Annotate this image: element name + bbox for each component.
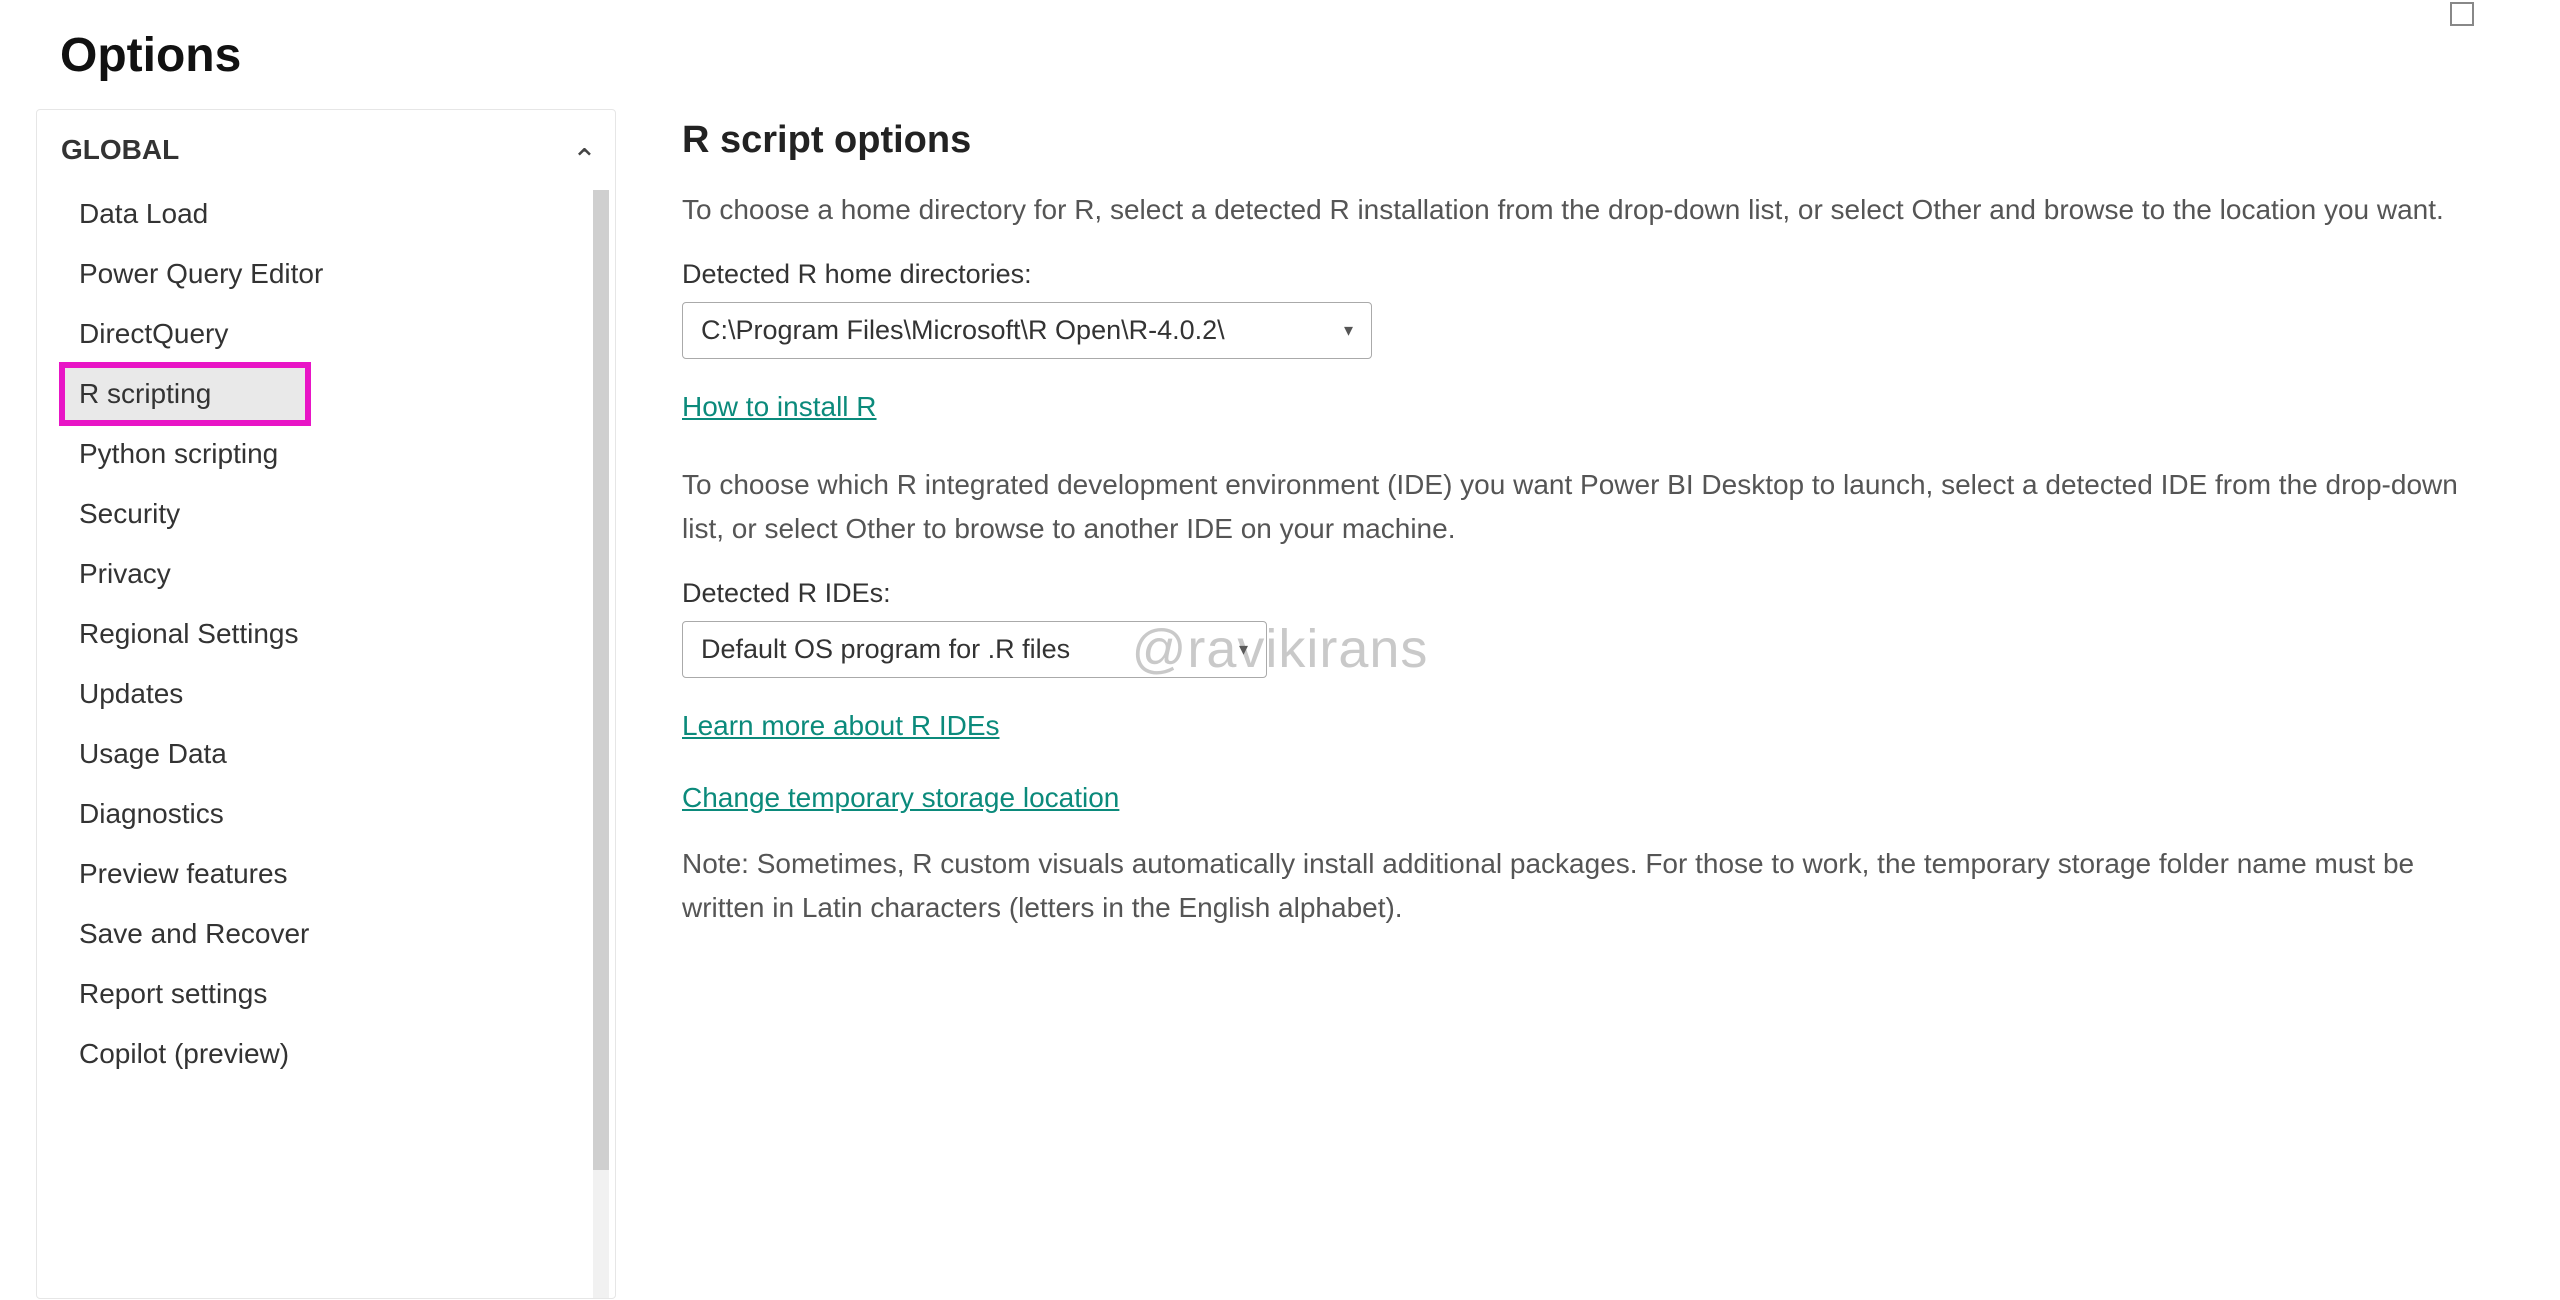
scrollbar-thumb[interactable] <box>593 190 609 1170</box>
sidebar-item-diagnostics[interactable]: Diagnostics <box>37 784 587 844</box>
ide-dropdown[interactable]: Default OS program for .R files ▾ <box>682 621 1267 678</box>
chevron-down-icon: ▾ <box>1239 639 1248 660</box>
sidebar-item-privacy[interactable]: Privacy <box>37 544 587 604</box>
sidebar-item-data-load[interactable]: Data Load <box>37 184 587 244</box>
sidebar-item-updates[interactable]: Updates <box>37 664 587 724</box>
main-heading: R script options <box>682 119 2464 162</box>
ide-value: Default OS program for .R files <box>701 634 1070 665</box>
intro-ide-text: To choose which R integrated development… <box>682 463 2464 550</box>
sidebar-section-global: GLOBAL <box>37 134 615 184</box>
sidebar-item-python-scripting[interactable]: Python scripting <box>37 424 587 484</box>
sidebar-item-save-and-recover[interactable]: Save and Recover <box>37 904 587 964</box>
chevron-up-icon[interactable]: ⌃ <box>572 146 597 176</box>
sidebar-item-preview-features[interactable]: Preview features <box>37 844 587 904</box>
intro-home-text: To choose a home directory for R, select… <box>682 188 2464 231</box>
learn-ide-link[interactable]: Learn more about R IDEs <box>682 710 1000 742</box>
ide-label: Detected R IDEs: <box>682 578 2464 609</box>
sidebar-item-power-query-editor[interactable]: Power Query Editor <box>37 244 587 304</box>
temp-storage-link[interactable]: Change temporary storage location <box>682 782 1119 814</box>
sidebar-item-usage-data[interactable]: Usage Data <box>37 724 587 784</box>
sidebar-item-regional-settings[interactable]: Regional Settings <box>37 604 587 664</box>
page-title: Options <box>0 0 2560 109</box>
sidebar-item-r-scripting[interactable]: R scripting <box>61 364 309 424</box>
sidebar: GLOBAL ⌃ Data Load Power Query Editor Di… <box>36 109 616 1299</box>
maximize-icon[interactable] <box>2450 2 2474 26</box>
home-dir-label: Detected R home directories: <box>682 259 2464 290</box>
install-r-link[interactable]: How to install R <box>682 391 877 423</box>
sidebar-items: Data Load Power Query Editor DirectQuery… <box>37 184 615 1084</box>
home-dir-value: C:\Program Files\Microsoft\R Open\R-4.0.… <box>701 315 1225 346</box>
main-panel: R script options To choose a home direct… <box>616 109 2524 1299</box>
home-dir-dropdown[interactable]: C:\Program Files\Microsoft\R Open\R-4.0.… <box>682 302 1372 359</box>
note-text: Note: Sometimes, R custom visuals automa… <box>682 842 2464 929</box>
chevron-down-icon: ▾ <box>1344 320 1353 341</box>
content-layout: GLOBAL ⌃ Data Load Power Query Editor Di… <box>0 109 2560 1299</box>
sidebar-item-copilot-preview[interactable]: Copilot (preview) <box>37 1024 587 1084</box>
sidebar-item-security[interactable]: Security <box>37 484 587 544</box>
sidebar-item-report-settings[interactable]: Report settings <box>37 964 587 1024</box>
sidebar-item-directquery[interactable]: DirectQuery <box>37 304 587 364</box>
